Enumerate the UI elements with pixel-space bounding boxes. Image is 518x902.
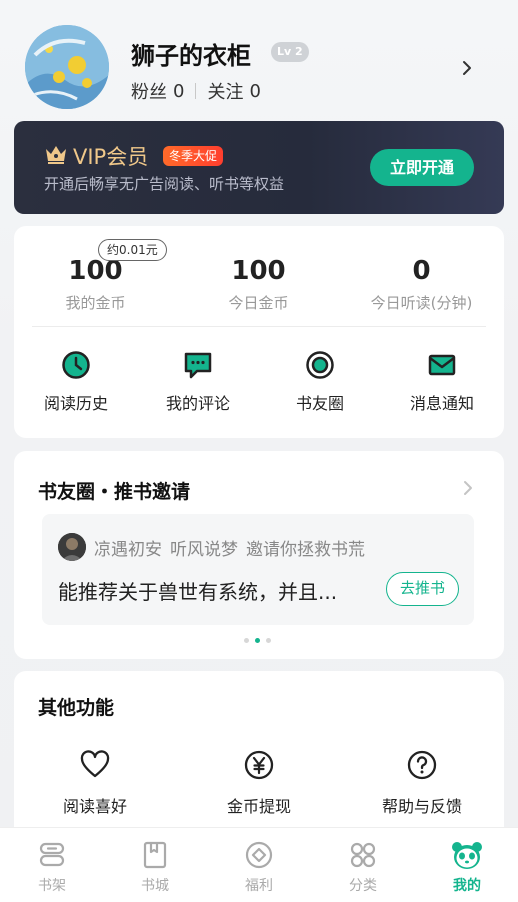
comment-icon bbox=[184, 352, 212, 379]
invite-item[interactable]: 凉遇初安 听风说梦 邀请你拯救书荒 能推荐关于兽世有系统，并且... 去推书 bbox=[42, 514, 474, 625]
invite-request: 能推荐关于兽世有系统，并且... bbox=[58, 580, 338, 604]
quick-label: 我的评论 bbox=[165, 394, 230, 413]
vip-description: 开通后畅享无广告阅读、听书等权益 bbox=[44, 175, 285, 193]
bookstore-icon bbox=[143, 841, 167, 869]
category-icon bbox=[350, 842, 376, 868]
quick-book-circle[interactable]: 书友圈 bbox=[259, 350, 381, 414]
function-label: 阅读喜好 bbox=[62, 797, 127, 816]
tab-category[interactable]: 分类 bbox=[311, 840, 415, 895]
follow-stats: 粉丝 0 关注 0 bbox=[131, 78, 261, 104]
welfare-icon bbox=[245, 841, 273, 869]
inviter-name: 凉遇初安 bbox=[94, 540, 162, 560]
chevron-right-icon[interactable] bbox=[462, 479, 474, 497]
vip-title: VIP会员 bbox=[73, 145, 149, 169]
following-count[interactable]: 0 bbox=[249, 81, 260, 102]
chevron-right-icon[interactable] bbox=[460, 58, 474, 78]
quick-label: 阅读历史 bbox=[43, 394, 108, 413]
stats-card: 100 我的金币 约0.01元 100 今日金币 0 今日听读(分钟) 阅读历史… bbox=[14, 226, 504, 438]
book-circle-card: 书友圈・推书邀请 凉遇初安 听风说梦 邀请你拯救书荒 能推荐关于兽世有系统，并且..… bbox=[14, 451, 504, 659]
bookshelf-icon bbox=[39, 842, 65, 867]
tab-bookshelf[interactable]: 书架 bbox=[0, 840, 104, 895]
divider bbox=[195, 83, 197, 99]
tab-label: 我的 bbox=[453, 878, 481, 894]
today-listen-label: 今日听读(分钟) bbox=[370, 294, 473, 312]
username: 狮子的衣柜 bbox=[131, 42, 251, 70]
carousel-dot bbox=[266, 638, 271, 643]
carousel-dots bbox=[244, 638, 271, 643]
coin-value-tooltip: 约0.01元 bbox=[98, 239, 167, 261]
carousel-dot-active bbox=[255, 638, 260, 643]
bottom-tabbar: 书架 书城 福利 分类 我的 bbox=[0, 827, 518, 902]
quick-label: 消息通知 bbox=[409, 394, 474, 413]
following-label[interactable]: 关注 bbox=[207, 78, 243, 104]
today-listen[interactable]: 0 今日听读(分钟) bbox=[340, 256, 503, 313]
my-coins-label: 我的金币 bbox=[65, 294, 126, 312]
section-title[interactable]: 书友圈・推书邀请 bbox=[38, 477, 190, 504]
tab-label: 书架 bbox=[38, 878, 66, 894]
quick-my-comments[interactable]: 我的评论 bbox=[137, 350, 259, 414]
profile-header[interactable]: 狮子的衣柜 Lv 2 粉丝 0 关注 0 bbox=[0, 0, 518, 120]
tab-welfare[interactable]: 福利 bbox=[207, 840, 311, 895]
avatar[interactable] bbox=[25, 25, 109, 109]
other-functions-card: 其他功能 阅读喜好 金币提现 帮助与反馈 bbox=[14, 671, 504, 841]
mail-icon bbox=[428, 354, 456, 376]
open-vip-button[interactable]: 立即开通 bbox=[370, 149, 474, 186]
recommend-button[interactable]: 去推书 bbox=[386, 572, 459, 606]
today-coins[interactable]: 100 今日金币 bbox=[177, 256, 340, 313]
tab-bookstore[interactable]: 书城 bbox=[103, 840, 207, 895]
vip-banner[interactable]: VIP会员 冬季大促 开通后畅享无广告阅读、听书等权益 立即开通 bbox=[14, 121, 504, 214]
tab-mine[interactable]: 我的 bbox=[415, 840, 518, 895]
fans-label[interactable]: 粉丝 bbox=[131, 78, 167, 104]
function-label: 帮助与反馈 bbox=[381, 797, 462, 816]
function-reading-preferences[interactable]: 阅读喜好 bbox=[25, 749, 165, 817]
tab-label: 福利 bbox=[245, 878, 273, 894]
carousel-dot bbox=[244, 638, 249, 643]
quick-reading-history[interactable]: 阅读历史 bbox=[15, 350, 137, 414]
invite-text: 邀请你拯救书荒 bbox=[246, 540, 365, 560]
function-coin-withdraw[interactable]: 金币提现 bbox=[189, 749, 329, 817]
invite-line: 凉遇初安 听风说梦 邀请你拯救书荒 bbox=[94, 535, 373, 560]
crown-icon bbox=[46, 146, 66, 164]
clock-icon bbox=[62, 351, 90, 379]
panda-icon bbox=[452, 842, 482, 869]
avatar bbox=[58, 533, 86, 561]
level-badge: Lv 2 bbox=[271, 42, 309, 62]
function-help-feedback[interactable]: 帮助与反馈 bbox=[352, 749, 492, 817]
heart-icon bbox=[80, 750, 110, 778]
today-coins-value: 100 bbox=[231, 256, 286, 286]
quick-notifications[interactable]: 消息通知 bbox=[381, 350, 503, 414]
invitee-name: 听风说梦 bbox=[170, 540, 238, 560]
section-title: 其他功能 bbox=[38, 697, 115, 719]
tab-label: 分类 bbox=[349, 878, 377, 894]
function-label: 金币提现 bbox=[226, 797, 291, 816]
tab-label: 书城 bbox=[141, 878, 169, 894]
today-coins-label: 今日金币 bbox=[228, 294, 289, 312]
my-coins[interactable]: 100 我的金币 bbox=[14, 256, 177, 313]
quick-label: 书友圈 bbox=[295, 394, 344, 413]
fans-count[interactable]: 0 bbox=[173, 81, 184, 102]
help-icon bbox=[407, 750, 437, 780]
promo-badge: 冬季大促 bbox=[163, 146, 224, 166]
circle-icon bbox=[306, 351, 334, 379]
yen-icon bbox=[244, 750, 274, 780]
divider bbox=[32, 326, 486, 327]
today-listen-value: 0 bbox=[412, 256, 431, 286]
